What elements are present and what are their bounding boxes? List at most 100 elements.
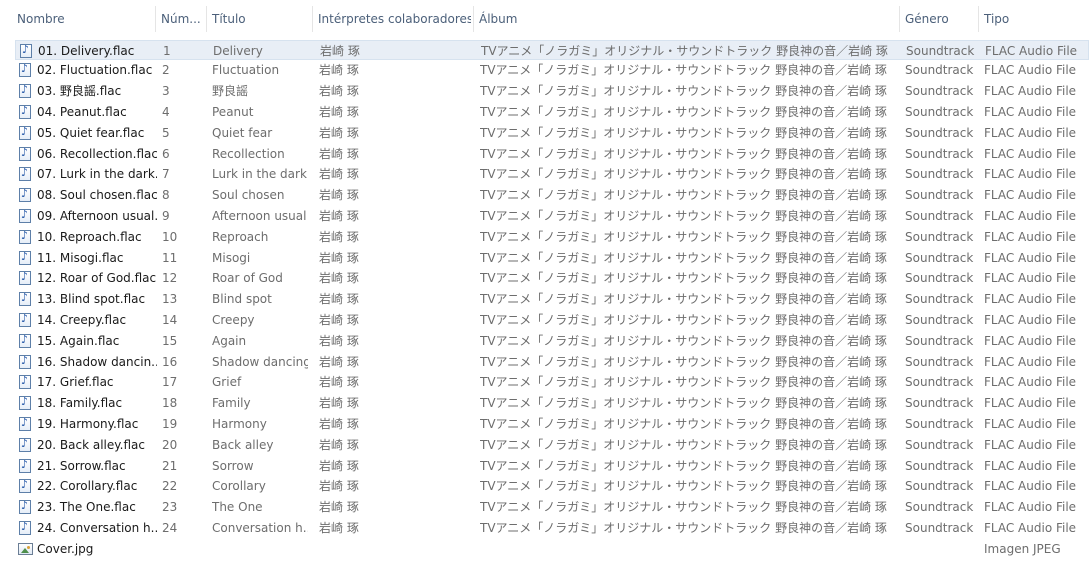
column-separator[interactable]: [312, 6, 313, 32]
cell-album: TVアニメ「ノラガミ」オリジナル・サウンドトラック 野良神の音／岩崎 琢: [480, 458, 887, 473]
cell-genre: [905, 539, 977, 559]
file-row[interactable]: ♪ 12. Roar of God.flac 12 Roar of God 岩崎 琢 TV…: [15, 268, 1089, 289]
cell-type: FLAC Audio File: [984, 520, 1077, 535]
file-row[interactable]: ♪ 09. Afternoon usual... 9 Afternoon usual 岩…: [15, 206, 1089, 227]
cell-artist: 岩崎 琢: [319, 167, 359, 182]
cell-genre: Soundtrack: [905, 354, 974, 369]
file-row[interactable]: ♪ 05. Quiet fear.flac 5 Quiet fear 岩崎 琢 TVアニメ…: [15, 123, 1089, 144]
column-header-artist[interactable]: Intérpretes colaboradores: [316, 0, 471, 39]
cell-album: TVアニメ「ノラガミ」オリジナル・サウンドトラック 野良神の音／岩崎 琢: [480, 125, 887, 140]
file-list-view: Nombre Núm... Título Intérpretes colaborado…: [0, 0, 1089, 564]
cell-type: FLAC Audio File: [984, 271, 1077, 286]
cell-type: FLAC Audio File: [984, 354, 1077, 369]
file-row[interactable]: ♪ 18. Family.flac 18 Family 岩崎 琢 TVアニメ「ノラガミ」オ…: [15, 393, 1089, 414]
cell-title: Roar of God: [212, 271, 283, 286]
cell-num: 19: [162, 416, 178, 431]
cell-num: 15: [162, 333, 178, 348]
cell-genre: Soundtrack: [906, 43, 975, 58]
cell-type: FLAC Audio File: [984, 250, 1077, 265]
file-name: 09. Afternoon usual...: [37, 208, 157, 223]
column-header-title[interactable]: Título: [210, 0, 310, 39]
cell-genre: Soundtrack: [905, 437, 974, 452]
cell-type: FLAC Audio File: [984, 167, 1077, 182]
cell-genre: Soundtrack: [905, 396, 974, 411]
file-row[interactable]: ♪ 03. 野良謡.flac 3 野良謡 岩崎 琢 TVアニメ「ノラガミ」オリジナル・サウ…: [15, 81, 1089, 102]
file-row[interactable]: ♪ 23. The One.flac 23 The One 岩崎 琢 TVアニメ「ノラガミ…: [15, 497, 1089, 518]
cell-type: FLAC Audio File: [984, 229, 1077, 244]
file-row[interactable]: ♪ 19. Harmony.flac 19 Harmony 岩崎 琢 TVアニメ「ノラガミ…: [15, 414, 1089, 435]
column-separator[interactable]: [155, 6, 156, 32]
file-row[interactable]: ♪ 06. Recollection.flac 6 Recollection 岩崎 琢 T…: [15, 144, 1089, 165]
cell-album: TVアニメ「ノラガミ」オリジナル・サウンドトラック 野良神の音／岩崎 琢: [480, 63, 887, 78]
cell-artist: 岩崎 琢: [319, 354, 359, 369]
cell-album: TVアニメ「ノラガミ」オリジナル・サウンドトラック 野良神の音／岩崎 琢: [480, 84, 887, 99]
cell-num: 14: [162, 312, 178, 327]
file-row[interactable]: ♪ 14. Creepy.flac 14 Creepy 岩崎 琢 TVアニメ「ノラガミ」オ…: [15, 310, 1089, 331]
column-header-album[interactable]: Álbum: [477, 0, 897, 39]
column-header-genre[interactable]: Género: [903, 0, 975, 39]
cell-num: [162, 539, 202, 559]
cell-type: FLAC Audio File: [984, 292, 1077, 307]
file-row[interactable]: ♪ 22. Corollary.flac 22 Corollary 岩崎 琢 TVアニメ「…: [15, 476, 1089, 497]
file-row[interactable]: ♪ 13. Blind spot.flac 13 Blind spot 岩崎 琢 TVアニ…: [15, 289, 1089, 310]
column-separator[interactable]: [978, 6, 979, 32]
cell-genre: Soundtrack: [905, 292, 974, 307]
cell-title: Soul chosen: [212, 188, 285, 203]
cell-type: FLAC Audio File: [984, 437, 1077, 452]
file-name: 05. Quiet fear.flac: [37, 125, 145, 140]
cell-album: TVアニメ「ノラガミ」オリジナル・サウンドトラック 野良神の音／岩崎 琢: [480, 229, 887, 244]
cell-artist: 岩崎 琢: [319, 292, 359, 307]
column-separator[interactable]: [899, 6, 900, 32]
file-row[interactable]: ♪ 08. Soul chosen.flac 8 Soul chosen 岩崎 琢 TVア…: [15, 185, 1089, 206]
cell-title: The One: [212, 500, 263, 515]
file-name: 12. Roar of God.flac: [37, 271, 157, 286]
cell-album: TVアニメ「ノラガミ」オリジナル・サウンドトラック 野良神の音／岩崎 琢: [481, 43, 888, 58]
column-separator[interactable]: [206, 6, 207, 32]
cell-artist: 岩崎 琢: [319, 500, 359, 515]
cell-num: 22: [162, 479, 178, 494]
audio-file-icon: ♪: [19, 104, 31, 119]
cell-title: Peanut: [212, 104, 254, 119]
cell-album: TVアニメ「ノラガミ」オリジナル・サウンドトラック 野良神の音／岩崎 琢: [480, 333, 887, 348]
file-row[interactable]: ♪ 24. Conversation h... 24 Conversation h..…: [15, 518, 1089, 539]
cell-artist: 岩崎 琢: [319, 396, 359, 411]
file-row[interactable]: ♪ 16. Shadow dancin... 16 Shadow dancing 岩崎 …: [15, 352, 1089, 373]
file-row[interactable]: ♪ 10. Reproach.flac 10 Reproach 岩崎 琢 TVアニメ「ノラ…: [15, 227, 1089, 248]
file-row[interactable]: ♪ 07. Lurk in the dark.... 7 Lurk in the da…: [15, 164, 1089, 185]
cell-title: Sorrow: [212, 458, 254, 473]
cell-title: Blind spot: [212, 292, 272, 307]
column-header-num[interactable]: Núm...: [159, 0, 205, 39]
column-header-type[interactable]: Tipo: [982, 0, 1089, 39]
cell-artist: 岩崎 琢: [319, 375, 359, 390]
file-row[interactable]: ♪ 04. Peanut.flac 4 Peanut 岩崎 琢 TVアニメ「ノラガミ」オリ…: [15, 102, 1089, 123]
cell-type: FLAC Audio File: [984, 84, 1077, 99]
cell-genre: Soundtrack: [905, 375, 974, 390]
cell-artist: 岩崎 琢: [319, 250, 359, 265]
cell-artist: 岩崎 琢: [319, 63, 359, 78]
cell-type: FLAC Audio File: [984, 188, 1077, 203]
file-row[interactable]: Cover.jpg Imagen JPEG: [15, 539, 1089, 560]
cell-album: TVアニメ「ノラガミ」オリジナル・サウンドトラック 野良神の音／岩崎 琢: [480, 188, 887, 203]
file-row[interactable]: ♪ 21. Sorrow.flac 21 Sorrow 岩崎 琢 TVアニメ「ノラガミ」オ…: [15, 456, 1089, 477]
cell-artist: 岩崎 琢: [319, 188, 359, 203]
cell-title: Corollary: [212, 479, 266, 494]
cell-title: Creepy: [212, 312, 255, 327]
file-row[interactable]: ♪ 01. Delivery.flac 1 Delivery 岩崎 琢 TVアニメ「ノラガ…: [15, 39, 1089, 61]
file-row[interactable]: ♪ 17. Grief.flac 17 Grief 岩崎 琢 TVアニメ「ノラガミ」オリジ…: [15, 372, 1089, 393]
column-header-name[interactable]: Nombre: [15, 0, 153, 39]
cell-title: Grief: [212, 375, 242, 390]
cell-title: Again: [212, 333, 247, 348]
file-row[interactable]: ♪ 11. Misogi.flac 11 Misogi 岩崎 琢 TVアニメ「ノラガミ」オ…: [15, 248, 1089, 269]
file-row[interactable]: ♪ 02. Fluctuation.flac 2 Fluctuation 岩崎 琢 TVア…: [15, 60, 1089, 81]
column-separator[interactable]: [473, 6, 474, 32]
file-row[interactable]: ♪ 15. Again.flac 15 Again 岩崎 琢 TVアニメ「ノラガミ」オリジ…: [15, 331, 1089, 352]
audio-file-icon: ♪: [19, 478, 31, 494]
cell-artist: 岩崎 琢: [319, 458, 359, 473]
cell-type: FLAC Audio File: [984, 375, 1077, 390]
cell-num: 11: [162, 250, 178, 265]
audio-file-icon: ♪: [19, 395, 31, 411]
file-row[interactable]: ♪ 20. Back alley.flac 20 Back alley 岩崎 琢 TVアニ…: [15, 435, 1089, 456]
file-name: 16. Shadow dancin...: [37, 354, 157, 369]
cell-album: TVアニメ「ノラガミ」オリジナル・サウンドトラック 野良神の音／岩崎 琢: [480, 375, 887, 390]
file-name: 18. Family.flac: [37, 396, 123, 411]
